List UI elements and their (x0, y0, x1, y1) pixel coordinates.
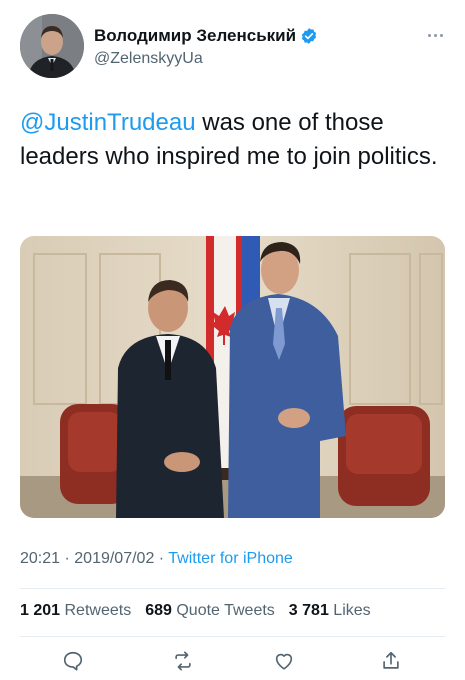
tweet-text: @JustinTrudeau was one of those leaders … (20, 106, 450, 174)
avatar[interactable] (20, 14, 84, 78)
tweet-source-link[interactable]: Twitter for iPhone (168, 550, 293, 567)
display-name[interactable]: Володимир Зеленський (94, 26, 318, 46)
quote-tweets-count: 689 (145, 602, 172, 619)
engagement-stats: 1 201 Retweets 689 Quote Tweets 3 781 Li… (20, 602, 371, 620)
like-icon[interactable] (271, 648, 297, 674)
tweet-photo[interactable] (20, 236, 445, 518)
likes-count: 3 781 (288, 602, 329, 619)
quote-tweets-stat[interactable]: 689 Quote Tweets (145, 602, 275, 620)
verified-badge-icon (300, 27, 318, 45)
divider (20, 588, 445, 589)
meta-separator: · (60, 550, 75, 567)
retweet-icon[interactable] (170, 648, 196, 674)
retweets-count: 1 201 (20, 602, 61, 619)
likes-label: Likes (333, 602, 371, 619)
retweets-stat[interactable]: 1 201 Retweets (20, 602, 131, 620)
meta-separator-2: · (154, 550, 169, 567)
tweet-date[interactable]: 2019/07/02 (74, 550, 154, 567)
photo-image (20, 236, 445, 518)
retweets-label: Retweets (64, 602, 132, 619)
reply-icon[interactable] (60, 648, 86, 674)
divider (20, 636, 445, 637)
display-name-text: Володимир Зеленський (94, 26, 297, 45)
user-handle[interactable]: @ZelenskyyUa (94, 50, 203, 68)
tweet-time[interactable]: 20:21 (20, 550, 60, 567)
avatar-photo (20, 14, 84, 78)
quote-tweets-label: Quote Tweets (176, 602, 275, 619)
tweet-timestamp: 20:21 · 2019/07/02 · Twitter for iPhone (20, 550, 293, 568)
mention-link[interactable]: @JustinTrudeau (20, 109, 196, 136)
more-options-icon[interactable] (424, 30, 446, 40)
share-icon[interactable] (378, 648, 404, 674)
likes-stat[interactable]: 3 781 Likes (289, 602, 371, 620)
